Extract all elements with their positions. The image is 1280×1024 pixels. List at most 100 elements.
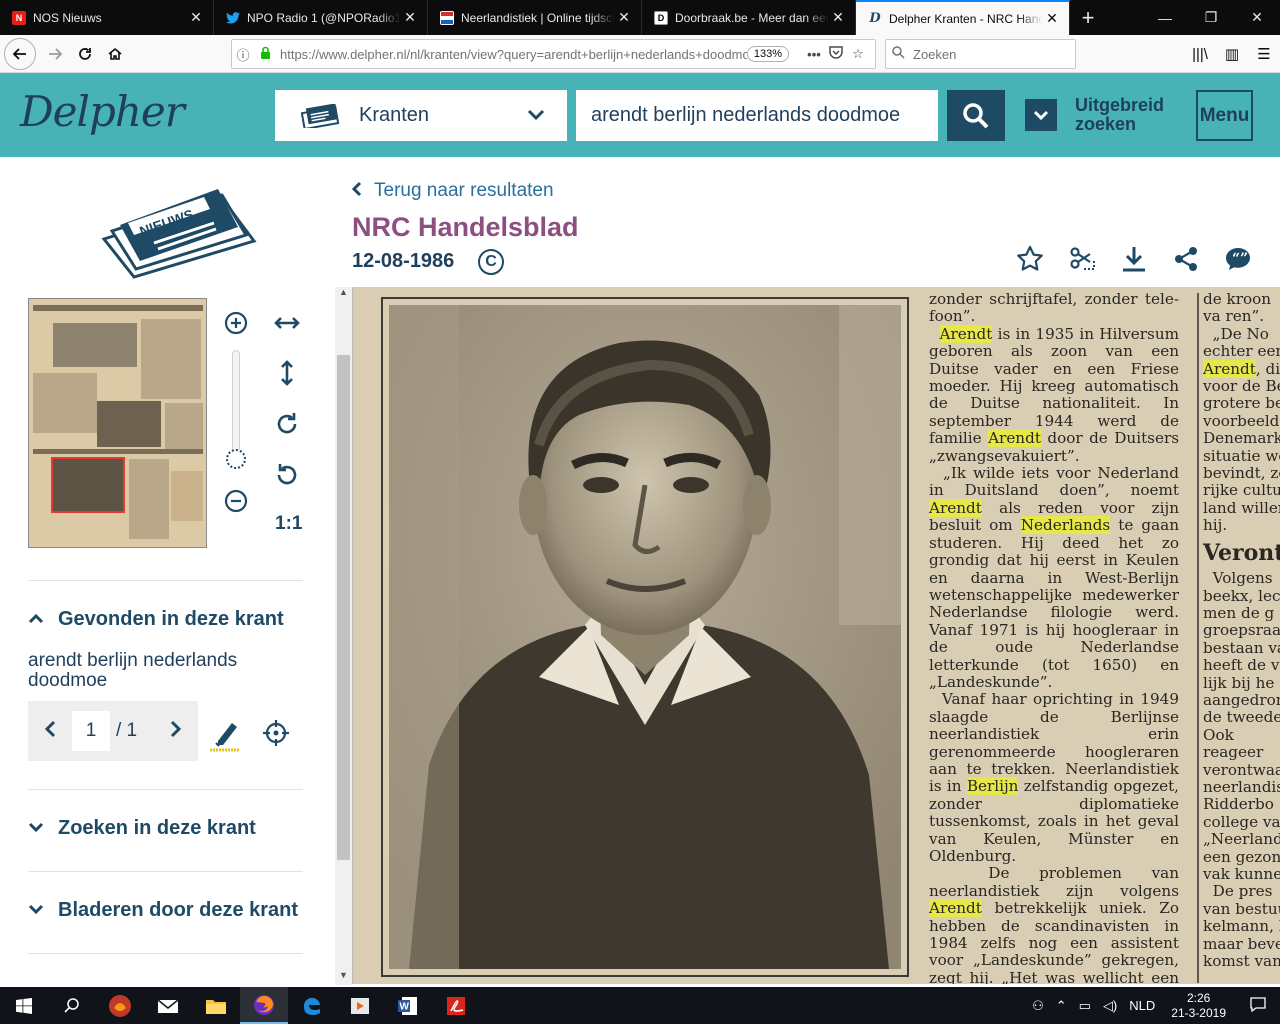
file-explorer-icon[interactable] (192, 987, 240, 1024)
actual-size-button[interactable]: 1:1 (275, 513, 302, 535)
scroll-down-arrow[interactable]: ▼ (335, 970, 352, 985)
rotate-clockwise-button[interactable] (272, 409, 302, 439)
browser-nav-bar: ⓘ https://www.delpher.nl/nl/kranten/view… (0, 35, 1280, 73)
download-button[interactable] (1118, 243, 1150, 275)
word-icon[interactable]: W (384, 987, 432, 1024)
back-to-results-link[interactable]: Terug naar resultaten (351, 180, 554, 202)
start-button[interactable] (0, 987, 48, 1024)
info-icon[interactable]: ⓘ (232, 45, 254, 64)
search-query-input[interactable] (576, 90, 938, 141)
pdf-reader-icon[interactable] (432, 987, 480, 1024)
search-icon (963, 102, 989, 128)
notifications-icon[interactable] (1236, 996, 1280, 1015)
app-icon[interactable] (96, 987, 144, 1024)
tab-neerlandistiek[interactable]: Neerlandistiek | Online tijdschrift ✕ (428, 0, 642, 35)
input-language[interactable]: NLD (1123, 998, 1161, 1013)
fit-height-button[interactable] (272, 358, 302, 388)
svg-text:“”: “” (1232, 251, 1248, 267)
zoom-slider-handle[interactable] (226, 449, 246, 469)
collection-select[interactable]: Kranten (275, 90, 567, 141)
close-icon[interactable]: ✕ (615, 9, 633, 26)
tab-nos[interactable]: N NOS Nieuws ✕ (0, 0, 214, 35)
next-hit-button[interactable] (154, 718, 198, 744)
sidebar-icon[interactable]: ▥ (1216, 45, 1248, 63)
quote-button[interactable]: “” (1222, 243, 1254, 275)
pocket-icon[interactable] (825, 46, 847, 62)
delpher-logo[interactable]: Delpher (20, 87, 185, 136)
locate-hit-icon[interactable] (262, 719, 290, 747)
scroll-up-arrow[interactable]: ▲ (335, 287, 352, 302)
copyright-icon[interactable]: C (478, 249, 504, 275)
search-in-paper-toggle[interactable]: Zoeken in deze krant (28, 817, 256, 840)
article-text: de kroon va ren”. „De No echter een Aren… (1203, 290, 1280, 971)
highlighter-icon[interactable] (208, 717, 242, 753)
search-icon (64, 997, 79, 1013)
hamburger-menu-icon[interactable]: ☰ (1248, 45, 1280, 63)
volume-icon[interactable]: ◁) (1097, 998, 1123, 1014)
clock[interactable]: 2:26 21-3-2019 (1161, 991, 1236, 1021)
tab-doorbraak[interactable]: D Doorbraak.be - Meer dan een ✕ (642, 0, 856, 35)
back-button[interactable] (4, 37, 36, 70)
fit-width-button[interactable] (272, 308, 302, 338)
network-icon[interactable]: ▭ (1073, 998, 1097, 1014)
chevron-down-icon (28, 902, 58, 920)
forward-button[interactable] (40, 39, 70, 69)
delpher-icon: D (869, 11, 881, 26)
close-icon[interactable]: ✕ (829, 9, 847, 26)
search-button[interactable] (947, 90, 1005, 141)
zoom-slider-track[interactable] (232, 350, 240, 455)
neerlandistiek-icon (440, 10, 454, 25)
show-hidden-icons[interactable]: ⌃ (1050, 998, 1073, 1014)
star-icon (1017, 245, 1043, 271)
tab-delpher[interactable]: D Delpher Kranten - NRC Handelsblad ✕ (856, 0, 1070, 35)
article-text: zonder schrijftafel, zonder tele-foon”. … (929, 290, 1180, 984)
zoom-out-button[interactable] (221, 486, 251, 516)
close-icon[interactable]: ✕ (401, 9, 419, 26)
reload-button[interactable] (70, 39, 100, 69)
zoom-in-button[interactable] (221, 308, 251, 338)
search-taskbar-button[interactable] (48, 987, 96, 1024)
rotate-counterclockwise-button[interactable] (272, 460, 302, 490)
newspaper-icon (301, 103, 340, 128)
share-button[interactable] (1170, 243, 1202, 275)
newspaper-viewer[interactable]: zonder schrijftafel, zonder tele-foon”. … (352, 287, 1280, 984)
previous-hit-button[interactable] (28, 718, 72, 744)
favorite-button[interactable] (1014, 243, 1046, 275)
people-icon[interactable]: ⚇ (1026, 998, 1050, 1014)
firefox-icon[interactable] (240, 987, 288, 1024)
close-icon[interactable]: ✕ (1043, 10, 1061, 27)
advanced-search-toggle[interactable] (1025, 99, 1057, 131)
section-title: Bladeren door deze krant (58, 899, 299, 921)
svg-text:W: W (400, 1001, 410, 1012)
window-close-icon[interactable]: ✕ (1234, 0, 1280, 35)
mail-icon[interactable] (144, 987, 192, 1024)
viewport-indicator[interactable] (51, 457, 125, 513)
address-bar[interactable]: ⓘ https://www.delpher.nl/nl/kranten/view… (231, 39, 876, 69)
tab-npo-radio[interactable]: NPO Radio 1 (@NPORadio1) ✕ (214, 0, 428, 35)
advanced-search-link[interactable]: Uitgebreid zoeken (1075, 96, 1164, 134)
minimize-icon[interactable]: — (1142, 0, 1188, 35)
restore-icon[interactable]: ❐ (1188, 0, 1234, 35)
advanced-search-label: Uitgebreid (1075, 95, 1165, 115)
library-icon[interactable]: |||\ (1184, 46, 1216, 63)
page-scrollbar-thumb[interactable] (337, 355, 350, 860)
close-icon[interactable]: ✕ (187, 9, 205, 26)
clip-button[interactable] (1066, 243, 1098, 275)
page-actions-icon[interactable]: ••• (803, 47, 825, 62)
new-tab-button[interactable]: + (1070, 0, 1106, 35)
doorbraak-icon: D (654, 10, 668, 25)
edge-icon[interactable] (288, 987, 336, 1024)
newspaper-photo-frame (381, 297, 909, 977)
speech-bubble-icon: “” (1226, 248, 1250, 270)
menu-button[interactable]: Menu (1196, 90, 1253, 141)
bookmark-star-icon[interactable]: ☆ (847, 46, 869, 62)
browse-paper-toggle[interactable]: Bladeren door deze krant (28, 899, 298, 922)
home-button[interactable] (100, 39, 130, 69)
site-header: Delpher Kranten Uitgebreid zoeken Menu (0, 73, 1280, 157)
hit-number-input[interactable]: 1 (72, 711, 110, 751)
media-player-icon[interactable] (336, 987, 384, 1024)
page-thumbnail[interactable] (28, 298, 207, 548)
found-in-paper-toggle[interactable]: Gevonden in deze krant (28, 608, 284, 631)
browser-search-input[interactable]: Zoeken (885, 39, 1076, 69)
zoom-level[interactable]: 133% (746, 46, 789, 62)
